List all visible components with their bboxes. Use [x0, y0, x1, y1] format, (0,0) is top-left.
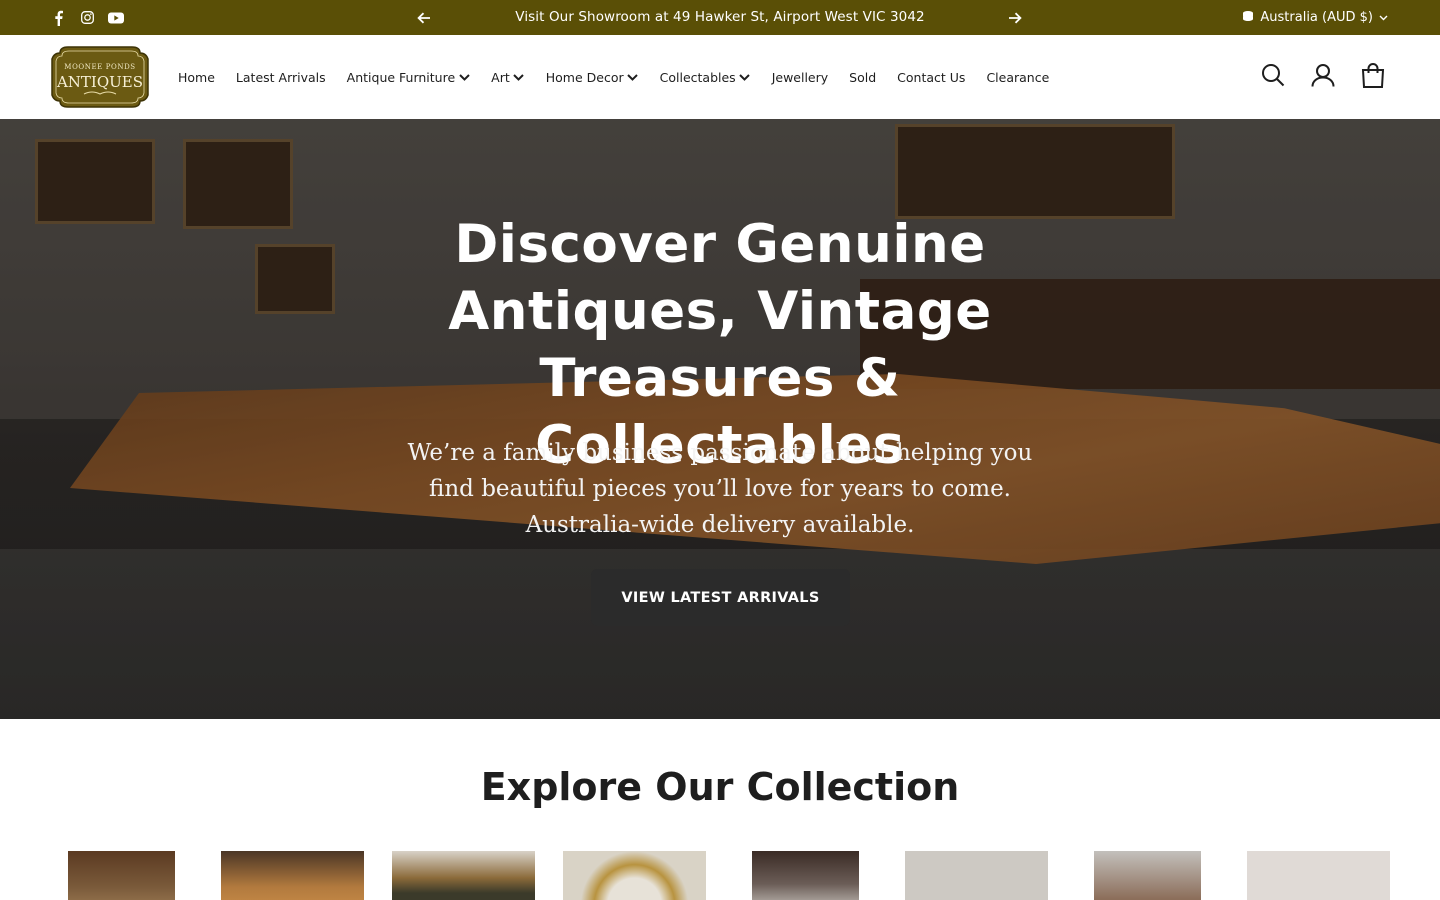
- chevron-down-icon: [513, 71, 525, 83]
- search-icon[interactable]: [1261, 63, 1285, 87]
- nav-item-label: Antique Furniture: [346, 69, 456, 85]
- nav-item-home[interactable]: Home: [178, 70, 215, 85]
- announcement-bar: Visit Our Showroom at 49 Hawker St, Airp…: [0, 0, 1440, 35]
- nav-item-label: Home: [178, 69, 215, 85]
- nav-item-label: Jewellery: [771, 69, 829, 85]
- nav-item-sold[interactable]: Sold: [849, 70, 876, 85]
- nav-item-contact-us[interactable]: Contact Us: [897, 70, 965, 85]
- chevron-down-icon: [627, 71, 639, 83]
- social-links: [50, 0, 124, 35]
- view-latest-arrivals-button[interactable]: VIEW LATEST ARRIVALS: [591, 569, 850, 626]
- nav-item-label: Art: [491, 69, 510, 85]
- collection-card-image[interactable]: [563, 851, 706, 900]
- chevron-down-icon: [739, 71, 751, 83]
- collection-card-image[interactable]: [905, 851, 1048, 900]
- nav-item-antique-furniture[interactable]: Antique Furniture: [347, 70, 471, 85]
- collection-card-image[interactable]: [68, 851, 175, 900]
- announcement-text[interactable]: Visit Our Showroom at 49 Hawker St, Airp…: [450, 0, 990, 35]
- chevron-down-icon: [458, 71, 470, 83]
- collection-card-image[interactable]: [392, 851, 535, 900]
- logo-big-text: ANTIQUES: [56, 73, 143, 91]
- nav-item-art[interactable]: Art: [491, 70, 525, 85]
- account-icon[interactable]: [1311, 63, 1335, 87]
- nav-item-jewellery[interactable]: Jewellery: [772, 70, 828, 85]
- youtube-icon[interactable]: [108, 10, 124, 26]
- cart-icon[interactable]: [1361, 63, 1385, 88]
- nav-item-label: Collectables: [659, 69, 736, 85]
- hero-subtitle: We’re a family business passionate about…: [407, 440, 1033, 538]
- nav-item-clearance[interactable]: Clearance: [986, 70, 1049, 85]
- nav-item-label: Clearance: [986, 69, 1050, 85]
- site-logo[interactable]: MOONEE PONDS ANTIQUES: [50, 45, 150, 109]
- nav-item-label: Home Decor: [545, 69, 624, 85]
- facebook-icon[interactable]: [50, 10, 66, 26]
- previous-announcement-arrow-icon[interactable]: [415, 9, 433, 27]
- collection-card-image[interactable]: [1247, 851, 1390, 900]
- next-announcement-arrow-icon[interactable]: [1006, 9, 1024, 27]
- header-icons: [1261, 63, 1385, 88]
- collection-card-image[interactable]: [752, 851, 859, 900]
- collection-card-image[interactable]: [221, 851, 364, 900]
- country-selector[interactable]: Australia (AUD $): [1242, 0, 1388, 35]
- nav-item-label: Latest Arrivals: [235, 69, 326, 85]
- nav-item-collectables[interactable]: Collectables: [660, 70, 751, 85]
- hero-banner: Discover Genuine Antiques, Vintage Treas…: [0, 119, 1440, 719]
- nav-item-home-decor[interactable]: Home Decor: [546, 70, 639, 85]
- collection-card-image[interactable]: [1094, 851, 1201, 900]
- country-selector-label: Australia (AUD $): [1260, 10, 1373, 25]
- nav-item-label: Sold: [849, 69, 877, 85]
- chevron-down-icon: [1379, 10, 1388, 25]
- main-nav: Home Latest Arrivals Antique Furniture A…: [178, 35, 1070, 119]
- logo-small-text: MOONEE PONDS: [64, 63, 135, 71]
- nav-item-label: Contact Us: [897, 69, 966, 85]
- collection-title: Explore Our Collection: [480, 765, 960, 809]
- instagram-icon[interactable]: [79, 10, 95, 26]
- currency-icon: [1242, 10, 1254, 26]
- nav-item-latest-arrivals[interactable]: Latest Arrivals: [236, 70, 326, 85]
- site-header: MOONEE PONDS ANTIQUES Home Latest Arriva…: [0, 35, 1440, 119]
